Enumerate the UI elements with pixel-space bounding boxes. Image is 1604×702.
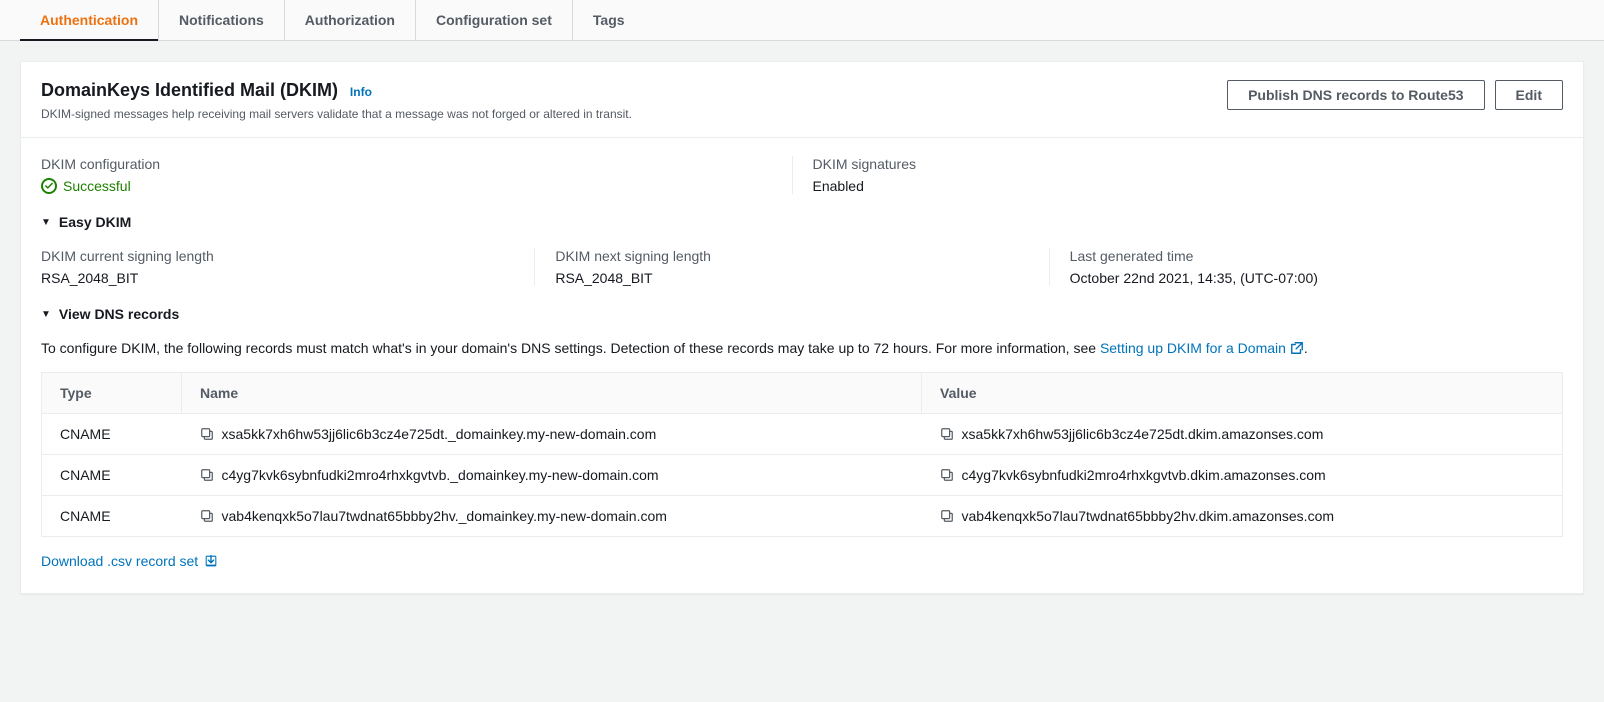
tab-authentication[interactable]: Authentication	[20, 0, 159, 40]
dns-type-cell: CNAME	[42, 496, 182, 537]
publish-dns-button[interactable]: Publish DNS records to Route53	[1227, 80, 1484, 110]
view-dns-expander[interactable]: ▼ View DNS records	[41, 306, 1563, 322]
dkim-config-label: DKIM configuration	[41, 156, 772, 172]
panel-title: DomainKeys Identified Mail (DKIM)	[41, 80, 338, 100]
success-check-icon	[41, 178, 57, 194]
easy-dkim-expander[interactable]: ▼ Easy DKIM	[41, 214, 1563, 230]
copy-icon[interactable]	[200, 468, 214, 482]
tabs-bar: Authentication Notifications Authorizati…	[0, 0, 1604, 41]
dkim-signatures-value: Enabled	[813, 178, 1544, 194]
table-row: CNAME vab4kenqxk5o7lau7twdnat65bbby2hv._…	[42, 496, 1563, 537]
dns-type-cell: CNAME	[42, 455, 182, 496]
tab-configuration-set[interactable]: Configuration set	[416, 0, 573, 40]
table-row: CNAME xsa5kk7xh6hw53jj6lic6b3cz4e725dt._…	[42, 414, 1563, 455]
dns-type-cell: CNAME	[42, 414, 182, 455]
dns-value-cell: vab4kenqxk5o7lau7twdnat65bbby2hv.dkim.am…	[962, 508, 1335, 524]
dkim-panel: DomainKeys Identified Mail (DKIM) Info D…	[20, 61, 1584, 594]
table-row: CNAME c4yg7kvk6sybnfudki2mro4rhxkgvtvb._…	[42, 455, 1563, 496]
panel-description: DKIM-signed messages help receiving mail…	[41, 107, 1227, 121]
dns-name-cell: xsa5kk7xh6hw53jj6lic6b3cz4e725dt._domain…	[222, 426, 657, 442]
current-signing-value: RSA_2048_BIT	[41, 270, 514, 286]
view-dns-header: View DNS records	[59, 306, 179, 322]
download-csv-link[interactable]: Download .csv record set	[41, 553, 218, 569]
dns-name-cell: vab4kenqxk5o7lau7twdnat65bbby2hv._domain…	[222, 508, 667, 524]
dkim-signatures-label: DKIM signatures	[813, 156, 1544, 172]
col-header-type: Type	[42, 373, 182, 414]
next-signing-value: RSA_2048_BIT	[555, 270, 1028, 286]
current-signing-label: DKIM current signing length	[41, 248, 514, 264]
easy-dkim-header: Easy DKIM	[59, 214, 131, 230]
dns-value-cell: xsa5kk7xh6hw53jj6lic6b3cz4e725dt.dkim.am…	[962, 426, 1324, 442]
external-link-icon	[1290, 341, 1304, 355]
download-icon	[204, 554, 218, 568]
tab-notifications[interactable]: Notifications	[159, 0, 285, 40]
last-generated-label: Last generated time	[1070, 248, 1543, 264]
panel-header: DomainKeys Identified Mail (DKIM) Info D…	[21, 62, 1583, 138]
last-generated-value: October 22nd 2021, 14:35, (UTC-07:00)	[1070, 270, 1543, 286]
copy-icon[interactable]	[940, 427, 954, 441]
copy-icon[interactable]	[200, 509, 214, 523]
copy-icon[interactable]	[200, 427, 214, 441]
dkim-doc-link[interactable]: Setting up DKIM for a Domain	[1100, 340, 1304, 356]
dns-value-cell: c4yg7kvk6sybnfudki2mro4rhxkgvtvb.dkim.am…	[962, 467, 1326, 483]
tab-authorization[interactable]: Authorization	[285, 0, 416, 40]
info-link[interactable]: Info	[350, 85, 372, 99]
copy-icon[interactable]	[940, 468, 954, 482]
caret-down-icon: ▼	[41, 217, 51, 228]
dns-records-table: Type Name Value CNAME xsa5kk7xh6hw53jj6l…	[41, 372, 1563, 537]
dkim-config-status-text: Successful	[63, 178, 131, 194]
dns-name-cell: c4yg7kvk6sybnfudki2mro4rhxkgvtvb._domain…	[222, 467, 659, 483]
tab-tags[interactable]: Tags	[573, 0, 645, 40]
col-header-name: Name	[182, 373, 922, 414]
caret-down-icon: ▼	[41, 309, 51, 320]
copy-icon[interactable]	[940, 509, 954, 523]
dns-description: To configure DKIM, the following records…	[41, 340, 1563, 356]
next-signing-label: DKIM next signing length	[555, 248, 1028, 264]
dkim-config-value: Successful	[41, 178, 772, 194]
col-header-value: Value	[922, 373, 1563, 414]
edit-button[interactable]: Edit	[1495, 80, 1563, 110]
